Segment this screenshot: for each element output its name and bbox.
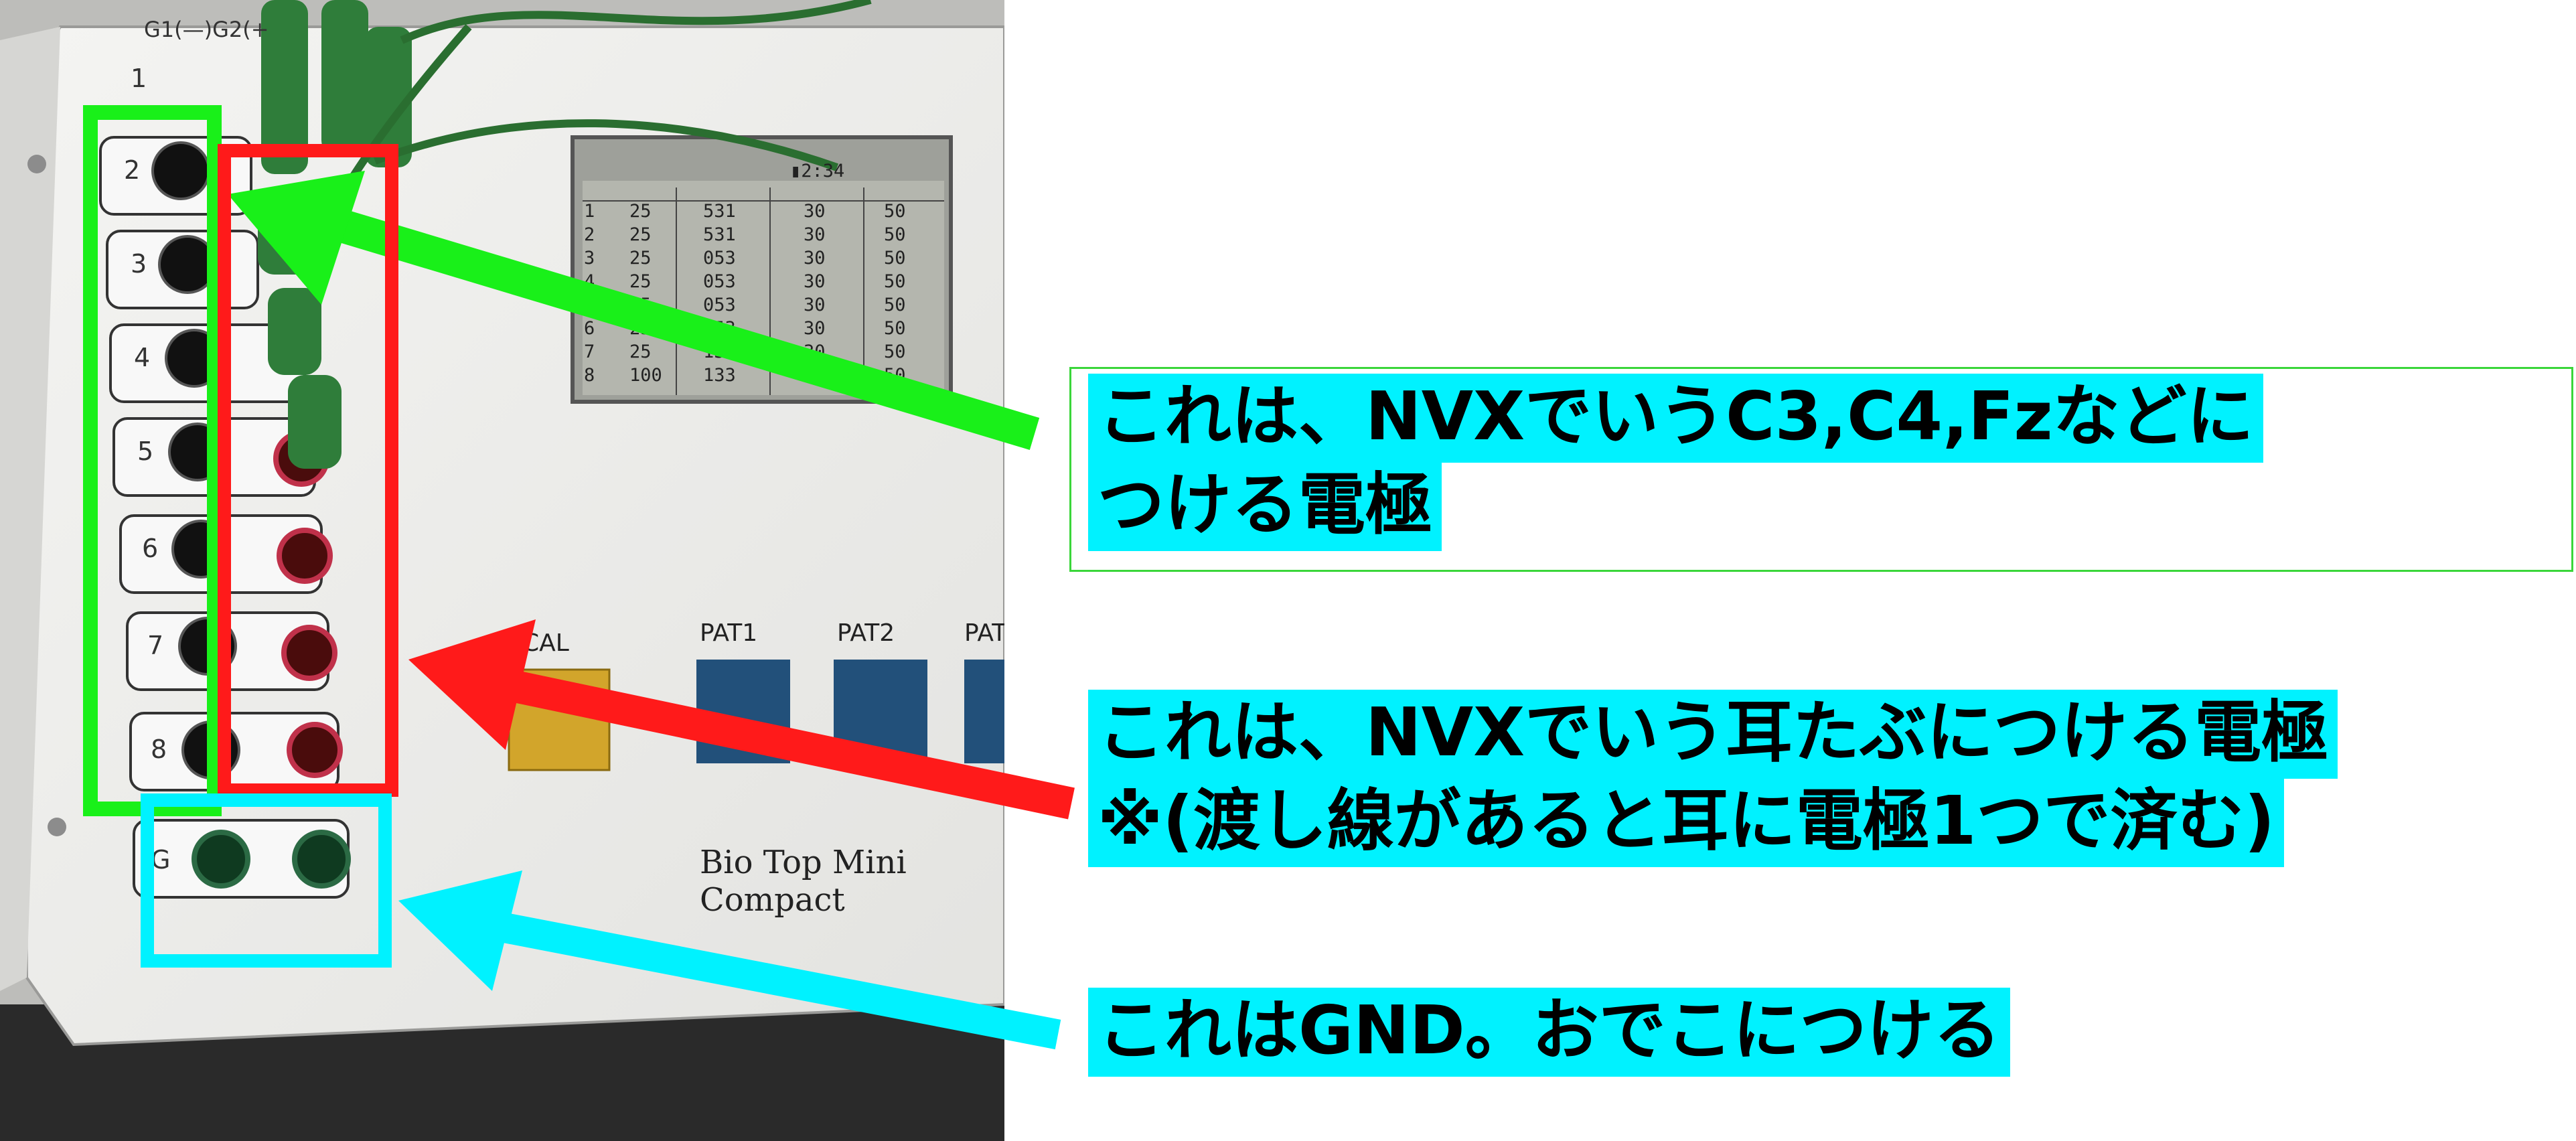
lcd-cell-b: 531 [703,201,736,222]
lcd-cell-ch: 5 [584,295,595,315]
channel-number-2: 2 [124,155,141,185]
lcd-cell-d: 50 [884,224,906,245]
lcd-cell-c: 30 [804,295,826,315]
green-annotation-line2: つける電極 [1088,462,1442,551]
lcd-cell-a: 25 [629,201,652,222]
lcd-cell-ch: 7 [584,341,595,362]
top-electrode-label: G1(—)G2(+ [144,17,269,42]
pat1-label: PAT1 [700,619,758,647]
cyan-annotation-line1: これはGND。おでこにつける [1088,988,2010,1077]
lcd-cell-d: 50 [884,271,906,292]
screw-icon [27,155,46,173]
lcd-cell-b: 053 [703,248,736,269]
lcd-cell-b: 133 [703,365,736,386]
lcd-cell-d: 50 [884,248,906,269]
brand-name: Bio Top Mini Compact [700,844,907,919]
pat-button[interactable] [964,660,1004,763]
lcd-cell-c: 30 [804,201,826,222]
lcd-cell-b: 531 [703,224,736,245]
pat2-label: PAT2 [837,619,895,647]
red-annotation-line2: ※(渡し線があると耳に電極1つで済む) [1088,778,2285,867]
lcd-cell-b: 053 [703,295,736,315]
channel-number-5: 5 [137,437,154,466]
lcd-cell-d: 50 [884,201,906,222]
lcd-cell-ch: 4 [584,271,595,292]
lcd-cell-ch: 1 [584,201,595,222]
ground-label: G [151,845,171,874]
lcd-cell-b: 133 [703,341,736,362]
lcd-cell-c: 30 [804,271,826,292]
lcd-cell-a: 25 [629,341,652,362]
cal-button[interactable] [508,668,611,771]
lcd-cell-c: 30 [804,224,826,245]
lcd-cell-d: 50 [884,365,906,386]
lcd-cell-ch: 2 [584,224,595,245]
channel-number-4: 4 [134,343,151,372]
lcd-cell-ch: 8 [584,365,595,386]
pat2-button[interactable] [834,660,927,763]
lcd-cell-d: 50 [884,341,906,362]
lcd-cell-ch: 6 [584,318,595,339]
lcd-cell-b: 053 [703,318,736,339]
lcd-cell-ch: 3 [584,248,595,269]
lcd-cell-a: 100 [629,365,662,386]
lcd-cell-c: 30 [804,365,826,386]
lcd-cell-a: 25 [629,295,652,315]
lcd-header: ▮2:34 [790,161,845,181]
channel-number-8: 8 [151,735,167,764]
screw-icon [48,818,66,836]
lcd-cell-c: 30 [804,248,826,269]
lcd-cell-a: 25 [629,224,652,245]
pat-label: PAT [964,619,1004,647]
lcd-cell-b: 053 [703,271,736,292]
channel-number-6: 6 [142,534,159,563]
lcd-cell-c: 30 [804,318,826,339]
lcd-cell-c: 30 [804,341,826,362]
device-illustration [0,0,1004,1141]
device-photo: 2 3 4 5 6 7 8 1 G G1(—)G2(+ CAL PAT1 PAT… [0,0,1004,1141]
red-annotation-line1: これは、NVXでいう耳たぶにつける電極 [1088,690,2338,779]
pat1-button[interactable] [696,660,790,763]
channel-number-7: 7 [147,631,164,660]
channel-number-3: 3 [131,249,147,279]
lcd-cell-a: 25 [629,248,652,269]
lcd-cell-a: 25 [629,271,652,292]
green-annotation-line1: これは、NVXでいうC3,C4,Fzなどに [1088,374,2263,463]
lcd-cell-d: 50 [884,318,906,339]
lcd-cell-a: 25 [629,318,652,339]
cal-label: CAL [522,629,569,657]
lcd-cell-d: 50 [884,295,906,315]
channel-number-1: 1 [131,64,147,93]
